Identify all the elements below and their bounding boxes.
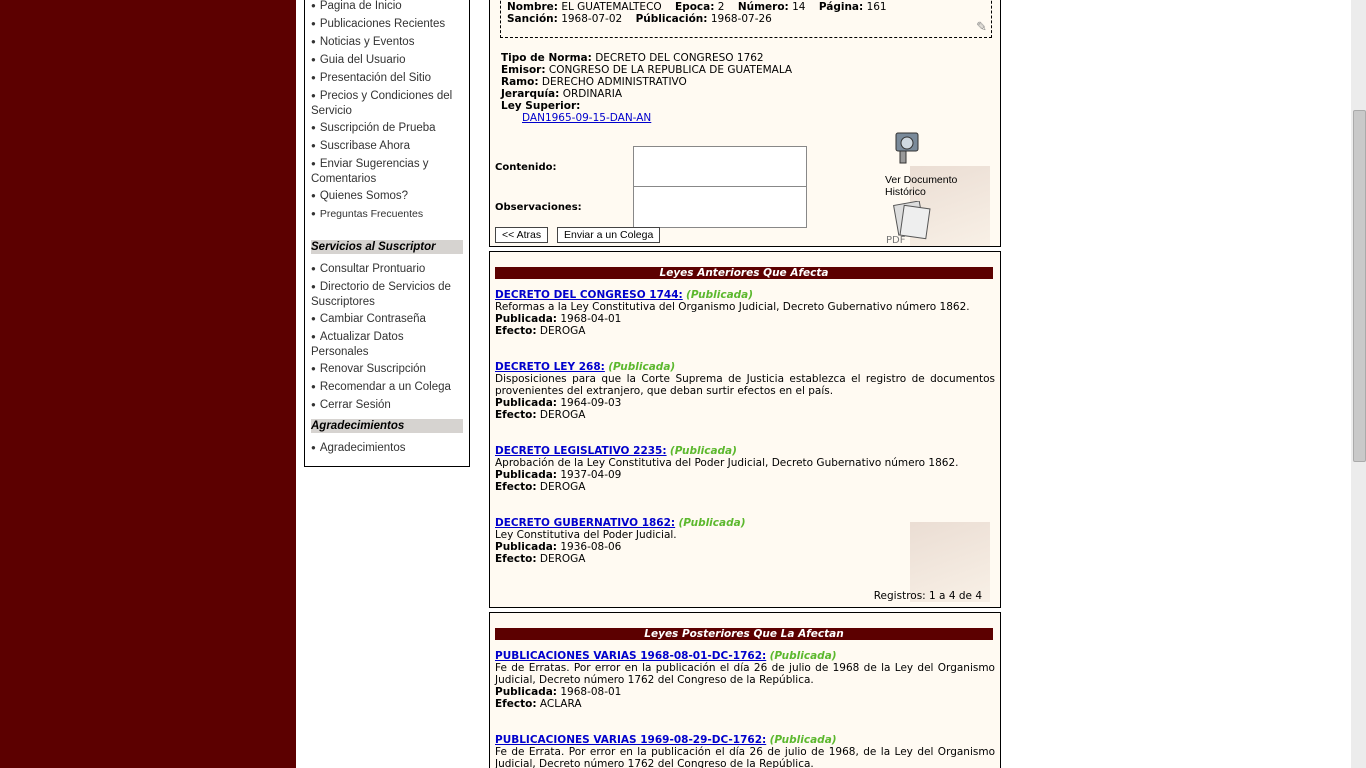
law-entry: PUBLICACIONES VARIAS 1969-08-29-DC-1762:… bbox=[495, 734, 995, 768]
menu-item[interactable]: ● Suscribase Ahora bbox=[311, 139, 463, 154]
law-link[interactable]: PUBLICACIONES VARIAS 1968-08-01-DC-1762: bbox=[495, 650, 766, 662]
menu-item[interactable]: ● Quienes Somos? bbox=[311, 189, 463, 204]
section-heading-subscriber: Servicios al Suscriptor bbox=[311, 240, 463, 254]
menu-item[interactable]: ● Noticias y Eventos bbox=[311, 35, 463, 50]
menu-item[interactable]: ● Actualizar Datos Personales bbox=[311, 330, 463, 359]
law-entry: PUBLICACIONES VARIAS 1968-08-01-DC-1762:… bbox=[495, 650, 995, 710]
document-detail-panel: Nombre: EL GUATEMALTECO Epoca: 2 Número:… bbox=[489, 0, 1001, 247]
sidebar: ● Pagina de Inicio ● Publicaciones Recient… bbox=[304, 0, 470, 467]
doc-line-1: Nombre: EL GUATEMALTECO Epoca: 2 Número:… bbox=[507, 1, 887, 13]
law-entry: DECRETO LEY 268: (Publicada) Disposicion… bbox=[495, 361, 995, 421]
section-banner: Leyes Anteriores Que Afecta bbox=[495, 267, 993, 279]
menu-item[interactable]: ● Guia del Usuario bbox=[311, 53, 463, 68]
menu-item[interactable]: ● Pagina de Inicio bbox=[311, 0, 463, 14]
observaciones-label: Observaciones: bbox=[495, 202, 582, 213]
records-count: Registros: 1 a 4 de 4 bbox=[873, 590, 982, 602]
law-link[interactable]: PUBLICACIONES VARIAS 1969-08-29-DC-1762: bbox=[495, 734, 766, 746]
vertical-scrollbar[interactable] bbox=[1351, 0, 1366, 768]
pdf-newspaper-icon[interactable]: PDF bbox=[886, 200, 934, 246]
doc-line-2: Sanción: 1968-07-02 Públicación: 1968-07… bbox=[507, 13, 772, 25]
law-link[interactable]: DECRETO GUBERNATIVO 1862: bbox=[495, 517, 675, 529]
page: ● Pagina de Inicio ● Publicaciones Recient… bbox=[296, 0, 1351, 768]
document-metadata: Tipo de Norma: DECRETO DEL CONGRESO 1762… bbox=[501, 52, 793, 124]
scrollbar-thumb[interactable] bbox=[1353, 110, 1366, 462]
menu-item[interactable]: ● Presentación del Sitio bbox=[311, 71, 463, 86]
contenido-field[interactable] bbox=[633, 146, 807, 188]
section-banner: Leyes Posteriores Que La Afectan bbox=[495, 628, 993, 640]
ver-documento-link[interactable]: Ver Documento Histórico bbox=[885, 174, 975, 198]
menu-item[interactable]: ● Directorio de Servicios de Suscriptores bbox=[311, 280, 463, 309]
menu-item[interactable]: ● Precios y Condiciones del Servicio bbox=[311, 89, 463, 118]
observaciones-field[interactable] bbox=[633, 186, 807, 228]
law-entry: DECRETO DEL CONGRESO 1744: (Publicada) R… bbox=[495, 289, 970, 337]
menu-item[interactable]: ● Cambiar Contraseña bbox=[311, 312, 463, 327]
send-to-colleague-button[interactable]: Enviar a un Colega bbox=[557, 227, 661, 243]
menu-item[interactable]: ● Publicaciones Recientes bbox=[311, 17, 463, 32]
law-link[interactable]: DECRETO LEY 268: bbox=[495, 361, 605, 373]
thanks-menu: ● Agradecimientos bbox=[305, 441, 469, 456]
menu-item[interactable]: ● Consultar Prontuario bbox=[311, 262, 463, 277]
leyes-anteriores-panel: Leyes Anteriores Que Afecta DECRETO DEL … bbox=[489, 251, 1001, 608]
menu-item[interactable]: ● Recomendar a un Colega bbox=[311, 380, 463, 395]
menu-item[interactable]: ● Suscripción de Prueba bbox=[311, 121, 463, 136]
menu-item[interactable]: ● Agradecimientos bbox=[311, 441, 463, 456]
menu-item[interactable]: ● Cerrar Sesión bbox=[311, 398, 463, 413]
menu-item[interactable]: ● Renovar Suscripción bbox=[311, 362, 463, 377]
camera-icon[interactable] bbox=[890, 125, 926, 167]
section-heading-thanks: Agradecimientos bbox=[311, 419, 463, 433]
pencil-icon: ✎ bbox=[976, 20, 987, 35]
law-link[interactable]: DECRETO LEGISLATIVO 2235: bbox=[495, 445, 667, 457]
main-menu: ● Pagina de Inicio ● Publicaciones Recient… bbox=[305, 0, 469, 222]
contenido-label: Contenido: bbox=[495, 162, 557, 173]
menu-item[interactable]: ● Enviar Sugerencias y Comentarios bbox=[311, 157, 463, 186]
law-link[interactable]: DECRETO DEL CONGRESO 1744: bbox=[495, 289, 683, 301]
ley-superior-link[interactable]: DAN1965-09-15-DAN-AN bbox=[522, 112, 651, 124]
law-entry: DECRETO LEGISLATIVO 2235: (Publicada) Ap… bbox=[495, 445, 959, 493]
back-button[interactable]: << Atras bbox=[495, 227, 549, 243]
document-box: Nombre: EL GUATEMALTECO Epoca: 2 Número:… bbox=[500, 0, 992, 38]
leyes-posteriores-panel: Leyes Posteriores Que La Afectan PUBLICA… bbox=[489, 612, 1001, 768]
menu-item[interactable]: ● Preguntas Frecuentes bbox=[311, 207, 463, 222]
subscriber-menu: ● Consultar Prontuario ● Directorio de Ser… bbox=[305, 262, 469, 413]
svg-text:PDF: PDF bbox=[886, 235, 906, 245]
